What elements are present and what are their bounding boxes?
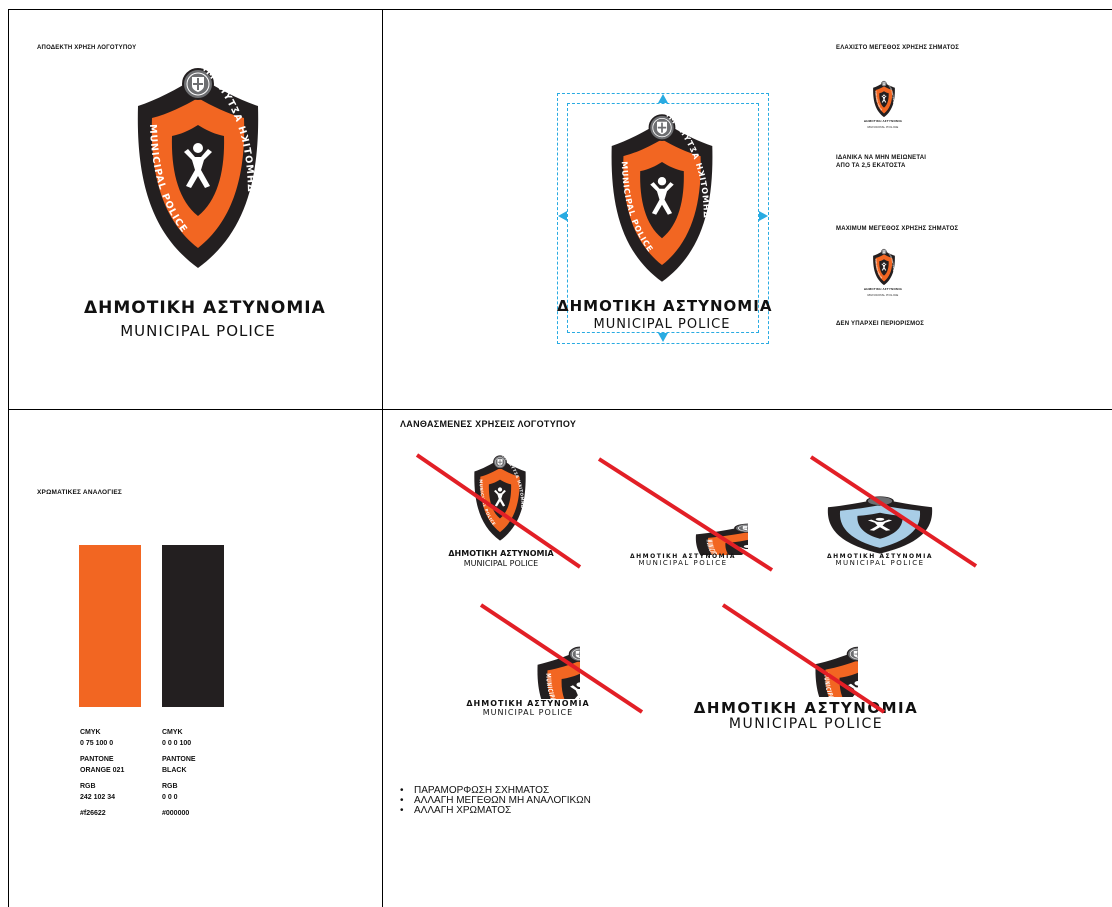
orange-swatch-specs: CMYK 0 75 100 0 PANTONE ORANGE 021 RGB 2… — [80, 727, 124, 819]
color-ratios-caption: ΧΡΩΜΑΤΙΚΕΣ ΑΝΑΛΟΓΙΕΣ — [37, 489, 122, 496]
cross-out-mark-icon — [721, 603, 886, 714]
table-border-top — [8, 9, 1112, 10]
mini-wordmark-title: ΔΗΜΟΤΙΚΗ ΑΣΤΥΝΟΜΙΑ — [863, 119, 903, 123]
rgb-value: 0 0 0 — [162, 794, 178, 801]
cross-out-mark-icon — [415, 453, 582, 569]
table-divider-vertical — [382, 9, 383, 907]
hex-value: #f26622 — [80, 810, 106, 817]
rgb-label: RGB — [162, 783, 178, 790]
cmyk-label: CMYK — [80, 729, 101, 736]
police-badge-icon — [870, 80, 898, 118]
misuse-bullet-list: ΠΑΡΑΜΟΡΦΩΣΗ ΣΧΗΜΑΤΟΣ ΑΛΛΑΓΗ ΜΕΓΕΘΩΝ ΜΗ Α… — [400, 786, 591, 816]
black-color-swatch — [162, 545, 224, 707]
pantone-value: BLACK — [162, 767, 187, 774]
cross-out-mark-icon — [809, 455, 978, 568]
minimum-size-caption: ΕΛΑΧΙΣΤΟ ΜΕΓΕΘΟΣ ΧΡΗΣΗΣ ΣΗΜΑΤΟΣ — [836, 45, 960, 51]
police-badge-icon — [123, 63, 273, 273]
pantone-label: PANTONE — [80, 756, 114, 763]
wordmark-subtitle: MUNICIPAL POLICE — [593, 317, 731, 332]
cmyk-label: CMYK — [162, 729, 183, 736]
misuse-caption: ΛΑΝΘΑΣΜΕΝΕΣ ΧΡΗΣΕΙΣ ΛΟΓΟΤΥΠΟΥ — [400, 419, 577, 429]
wordmark-title: ΔΗΜΟΤΙΚΗ ΑΣΤΥΝΟΜΙΑ — [84, 298, 326, 318]
minimum-size-note-line2: ΑΠΟ ΤΑ 2,5 ΕΚΑΤΟΣΤΑ — [836, 163, 906, 169]
police-badge-icon — [870, 248, 898, 286]
police-badge-icon — [587, 110, 737, 286]
mini-wordmark-subtitle: MUNICIPAL POLICE — [867, 125, 899, 129]
orange-color-swatch — [79, 545, 141, 707]
cmyk-value: 0 75 100 0 — [80, 740, 114, 747]
wordmark-subtitle: MUNICIPAL POLICE — [120, 322, 276, 340]
wordmark-title: ΔΗΜΟΤΙΚΗ ΑΣΤΥΝΟΜΙΑ — [557, 297, 773, 315]
cross-out-mark-icon — [479, 603, 644, 714]
pantone-label: PANTONE — [162, 756, 196, 763]
cross-out-mark-icon — [597, 457, 774, 572]
rgb-value: 242 102 34 — [80, 794, 116, 801]
mini-wordmark-title: ΔΗΜΟΤΙΚΗ ΑΣΤΥΝΟΜΙΑ — [863, 287, 903, 291]
maximum-size-note: ΔΕΝ ΥΠΑΡΧΕΙ ΠΕΡΙΟΡΙΣΜΟΣ — [836, 321, 925, 327]
mini-wordmark-subtitle: MUNICIPAL POLICE — [867, 293, 899, 297]
cmyk-value: 0 0 0 100 — [162, 740, 192, 747]
table-border-left — [8, 9, 9, 907]
bullet-item: ΑΛΛΑΓΗ ΧΡΩΜΑΤΟΣ — [400, 806, 591, 816]
pantone-value: ORANGE 021 — [80, 767, 125, 774]
wordmark-subtitle: MUNICIPAL POLICE — [728, 716, 884, 732]
rgb-label: RGB — [80, 783, 96, 790]
acceptable-use-caption: ΑΠΟΔΕΚΤΗ ΧΡΗΣΗ ΛΟΓΟΤΥΠΟΥ — [37, 45, 137, 51]
black-swatch-specs: CMYK 0 0 0 100 PANTONE BLACK RGB 0 0 0 #… — [162, 727, 196, 819]
minimum-size-note-line1: ΙΔΑΝΙΚΑ ΝΑ ΜΗΝ ΜΕΙΩΝΕΤΑΙ — [836, 155, 927, 161]
hex-value: #000000 — [162, 810, 190, 817]
table-divider-horizontal — [8, 409, 1112, 410]
maximum-size-caption: MAXIMUM ΜΕΓΕΘΟΣ ΧΡΗΣΗΣ ΣΗΜΑΤΟΣ — [836, 226, 959, 232]
